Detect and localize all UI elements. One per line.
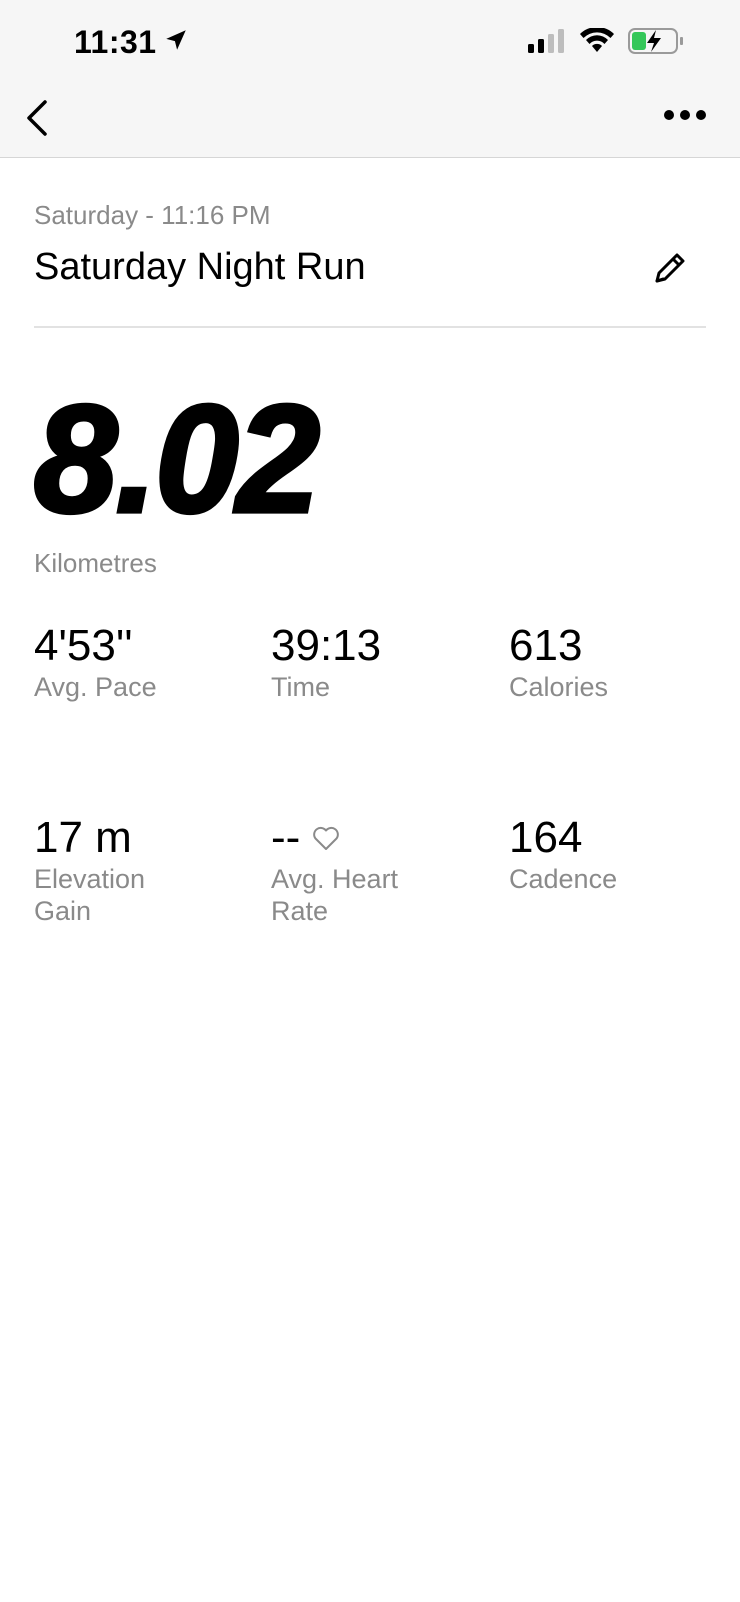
- activity-title: Saturday Night Run: [34, 246, 366, 288]
- stat-value-row: --: [271, 813, 471, 862]
- heart-outline-icon: [312, 825, 340, 851]
- status-bar-time: 11:31: [74, 24, 189, 61]
- activity-date: Saturday - 11:16 PM: [34, 200, 271, 230]
- ellipsis-icon: [663, 108, 707, 126]
- location-arrow-icon: [163, 24, 189, 61]
- back-button[interactable]: [18, 98, 54, 142]
- stat-label: Elevation Gain: [34, 864, 146, 927]
- stat-time: 39:13 Time: [271, 621, 491, 704]
- stat-value: 613: [509, 621, 583, 670]
- stat-avg-heart-rate: -- Avg. Heart Rate: [271, 813, 471, 928]
- distance-unit: Kilometres: [34, 548, 157, 578]
- wifi-icon: [580, 26, 614, 59]
- pencil-icon: [649, 249, 689, 294]
- more-options-button[interactable]: [660, 102, 710, 132]
- stat-label: Avg. Pace: [34, 672, 157, 703]
- stat-value: 164: [509, 813, 583, 862]
- stat-calories: 613 Calories: [509, 621, 729, 704]
- stat-value: 17 m: [34, 813, 132, 862]
- top-bar: 11:31: [0, 0, 740, 158]
- stat-cadence: 164 Cadence: [509, 813, 729, 896]
- stat-label: Cadence: [509, 864, 618, 895]
- battery-charging-icon: [628, 28, 684, 59]
- stat-avg-pace: 4'53'' Avg. Pace: [34, 621, 254, 704]
- stat-value: 4'53'': [34, 621, 133, 670]
- distance-value: 8.02: [32, 372, 322, 545]
- stat-label: Calories: [509, 672, 609, 703]
- stat-elevation-gain: 17 m Elevation Gain: [34, 813, 234, 928]
- stat-label: Time: [271, 672, 330, 703]
- chevron-left-icon: [23, 99, 49, 142]
- header-divider: [34, 326, 706, 328]
- status-icons: [528, 26, 684, 59]
- cellular-signal-icon: [528, 29, 566, 58]
- stat-value: 39:13: [271, 621, 382, 670]
- edit-title-button[interactable]: [648, 250, 690, 292]
- stat-value: --: [271, 813, 301, 862]
- stat-label: Avg. Heart Rate: [271, 864, 399, 927]
- status-time-text: 11:31: [74, 24, 157, 60]
